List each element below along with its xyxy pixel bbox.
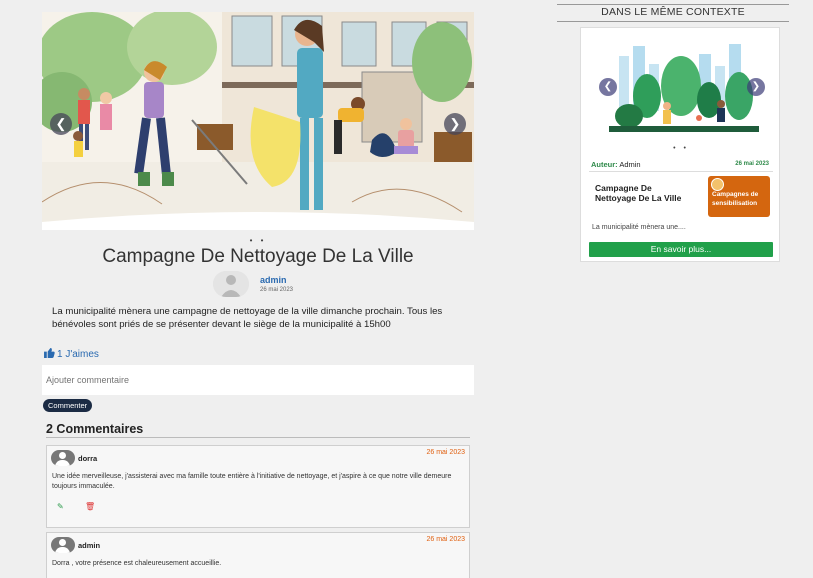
comment-date: 26 mai 2023 (426, 449, 465, 456)
related-post-carousel[interactable] (589, 36, 773, 148)
related-carousel-prev-button[interactable]: ❮ (599, 78, 617, 96)
post-body: La municipalité mènera une campagne de n… (52, 306, 443, 330)
likes-count-label: 1 J'aimes (57, 349, 99, 360)
author-value: Admin (619, 160, 641, 169)
submit-comment-button[interactable]: Commenter (43, 399, 93, 412)
related-post-card: ❮ ❯ • • Auteur: Admin 26 mai 2023 Campag… (580, 27, 780, 262)
city-greening-illustration (589, 36, 773, 148)
comment-input[interactable] (42, 365, 474, 395)
author-label: Auteur: (591, 160, 618, 169)
category-icon (711, 178, 724, 191)
user-avatar-icon (51, 450, 75, 466)
user-avatar-icon (213, 271, 249, 297)
author-avatar (213, 271, 249, 297)
like-button[interactable]: 1 J'aimes (44, 348, 99, 360)
related-post-date: 26 mai 2023 (735, 161, 769, 167)
post-title: Campagne De Nettoyage De La Ville (102, 246, 414, 267)
comment-date: 26 mai 2023 (426, 536, 465, 543)
main-column: ❮ ❯ • • Campagne De Nettoyage De La Vill… (42, 12, 474, 578)
related-carousel-indicators[interactable]: • • (581, 145, 781, 152)
related-post-title[interactable]: Campagne De Nettoyage De La Ville (595, 183, 691, 203)
carousel-next-button[interactable]: ❯ (444, 113, 466, 135)
carousel-indicators[interactable]: • • (42, 237, 474, 245)
card-divider (589, 171, 773, 172)
comment-text: Une idée merveilleuse, j'assisterai avec… (52, 473, 452, 490)
comment-author: dorra (78, 454, 98, 463)
related-post-excerpt: La municipalité mènera une.... (592, 224, 686, 231)
post-image-carousel[interactable]: ❮ ❯ (42, 12, 474, 230)
post-date: 26 mai 2023 (260, 287, 294, 293)
comments-heading: 2 Commentaires (46, 422, 144, 436)
user-avatar-icon (51, 537, 75, 553)
category-label: Campagnes de sensibilisation (712, 191, 759, 207)
related-carousel-next-button[interactable]: ❯ (747, 78, 765, 96)
comment-author: admin (78, 541, 101, 550)
sidebar-heading-rule-top (557, 4, 789, 5)
trash-icon[interactable]: 🗑 (85, 502, 95, 511)
cleanup-illustration (42, 12, 474, 230)
comment-card: dorra 26 mai 2023 Une idée merveilleuse,… (46, 445, 470, 528)
sidebar-heading-rule-bottom (557, 21, 789, 22)
read-more-button[interactable]: En savoir plus... (589, 242, 773, 257)
sidebar-heading: DANS LE MÊME CONTEXTE (601, 6, 745, 18)
related-post-author: Auteur: Admin (591, 160, 641, 169)
comments-divider (46, 437, 470, 438)
edit-icon[interactable]: ✎ (57, 502, 64, 511)
comment-text: Dorra , votre présence est chaleureuseme… (52, 560, 222, 567)
comment-card: admin 26 mai 2023 Dorra , votre présence… (46, 532, 470, 578)
carousel-prev-button[interactable]: ❮ (50, 113, 72, 135)
thumbs-up-icon (44, 348, 55, 358)
author-name[interactable]: admin (260, 275, 287, 285)
category-badge[interactable]: Campagnes de sensibilisation (708, 176, 770, 217)
